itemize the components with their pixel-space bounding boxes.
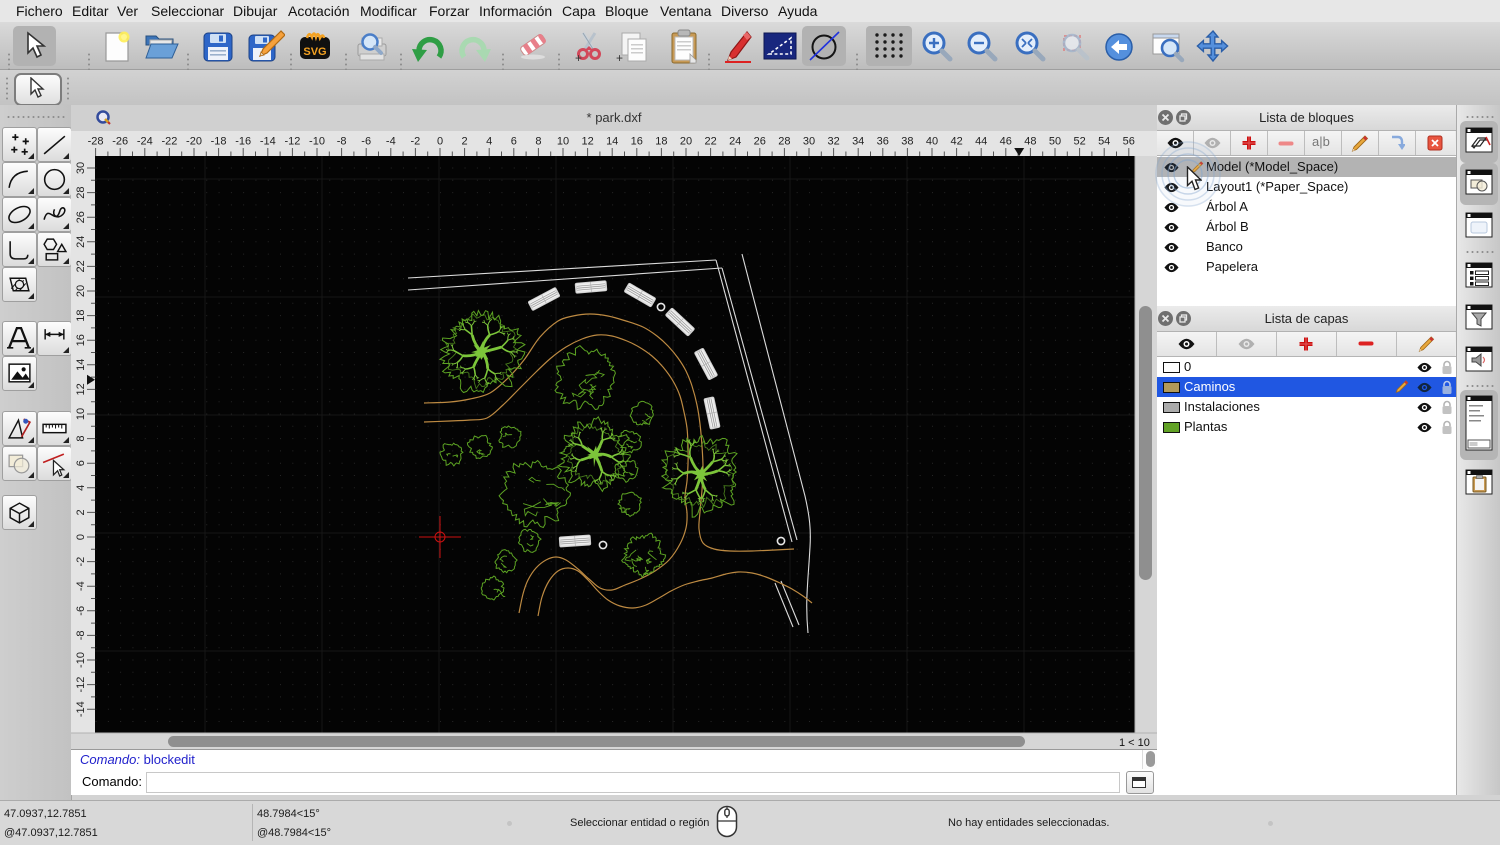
svg-text:-8: -8 — [75, 631, 87, 641]
svg-text:50: 50 — [1049, 136, 1061, 148]
svg-text:-18: -18 — [211, 136, 227, 148]
svg-text:-2: -2 — [75, 557, 87, 567]
svg-text:-20: -20 — [186, 136, 202, 148]
svg-text:-6: -6 — [361, 136, 371, 148]
svg-text:-10: -10 — [309, 136, 325, 148]
svg-text:-6: -6 — [75, 606, 87, 616]
svg-text:12: 12 — [581, 136, 593, 148]
svg-text:-4: -4 — [75, 581, 87, 591]
svg-text:SVG: SVG — [303, 46, 326, 58]
svg-text:16: 16 — [75, 334, 87, 346]
svg-text:22: 22 — [704, 136, 716, 148]
svg-text:8: 8 — [75, 436, 87, 442]
svg-text:26: 26 — [75, 211, 87, 223]
svg-text:42: 42 — [950, 136, 962, 148]
svg-text:44: 44 — [975, 136, 987, 148]
svg-text:26: 26 — [754, 136, 766, 148]
svg-text:-14: -14 — [260, 136, 276, 148]
svg-text:30: 30 — [75, 162, 87, 174]
svg-text:6: 6 — [511, 136, 517, 148]
svg-text:46: 46 — [1000, 136, 1012, 148]
svg-text:36: 36 — [877, 136, 889, 148]
svg-text:24: 24 — [75, 236, 87, 248]
svg-text:-10: -10 — [75, 652, 87, 668]
svg-text:-16: -16 — [235, 136, 251, 148]
svg-text:20: 20 — [75, 285, 87, 297]
svg-text:32: 32 — [827, 136, 839, 148]
svg-text:+: + — [616, 51, 623, 65]
svg-text:-26: -26 — [112, 136, 128, 148]
svg-text:4: 4 — [486, 136, 492, 148]
svg-text:0: 0 — [437, 136, 443, 148]
svg-text:-28: -28 — [88, 136, 104, 148]
svg-text:40: 40 — [926, 136, 938, 148]
svg-text:-8: -8 — [337, 136, 347, 148]
svg-text:12: 12 — [75, 383, 87, 395]
svg-text:16: 16 — [631, 136, 643, 148]
svg-text:28: 28 — [75, 186, 87, 198]
svg-text:24: 24 — [729, 136, 741, 148]
svg-text:34: 34 — [852, 136, 864, 148]
svg-text:1 < 10: 1 < 10 — [1119, 737, 1150, 749]
svg-text:-12: -12 — [75, 677, 87, 693]
svg-text:28: 28 — [778, 136, 790, 148]
svg-text:2: 2 — [75, 509, 87, 515]
svg-text:-2: -2 — [411, 136, 421, 148]
svg-text:52: 52 — [1073, 136, 1085, 148]
svg-text:54: 54 — [1098, 136, 1110, 148]
svg-text:8: 8 — [535, 136, 541, 148]
svg-text:22: 22 — [75, 260, 87, 272]
svg-text:14: 14 — [75, 359, 87, 371]
svg-text:-4: -4 — [386, 136, 396, 148]
svg-text:48: 48 — [1024, 136, 1036, 148]
svg-text:56: 56 — [1123, 136, 1135, 148]
svg-text:-22: -22 — [161, 136, 177, 148]
svg-text:38: 38 — [901, 136, 913, 148]
svg-text:-24: -24 — [137, 136, 153, 148]
svg-text:2: 2 — [462, 136, 468, 148]
svg-text:-14: -14 — [75, 701, 87, 717]
svg-text:20: 20 — [680, 136, 692, 148]
svg-text:6: 6 — [75, 460, 87, 466]
svg-text:-12: -12 — [284, 136, 300, 148]
svg-text:10: 10 — [75, 408, 87, 420]
svg-text:4: 4 — [75, 485, 87, 491]
svg-text:10: 10 — [557, 136, 569, 148]
svg-text:18: 18 — [75, 309, 87, 321]
svg-text:30: 30 — [803, 136, 815, 148]
svg-text:+: + — [575, 51, 582, 65]
svg-text:0: 0 — [75, 534, 87, 540]
svg-text:14: 14 — [606, 136, 618, 148]
svg-text:18: 18 — [655, 136, 667, 148]
